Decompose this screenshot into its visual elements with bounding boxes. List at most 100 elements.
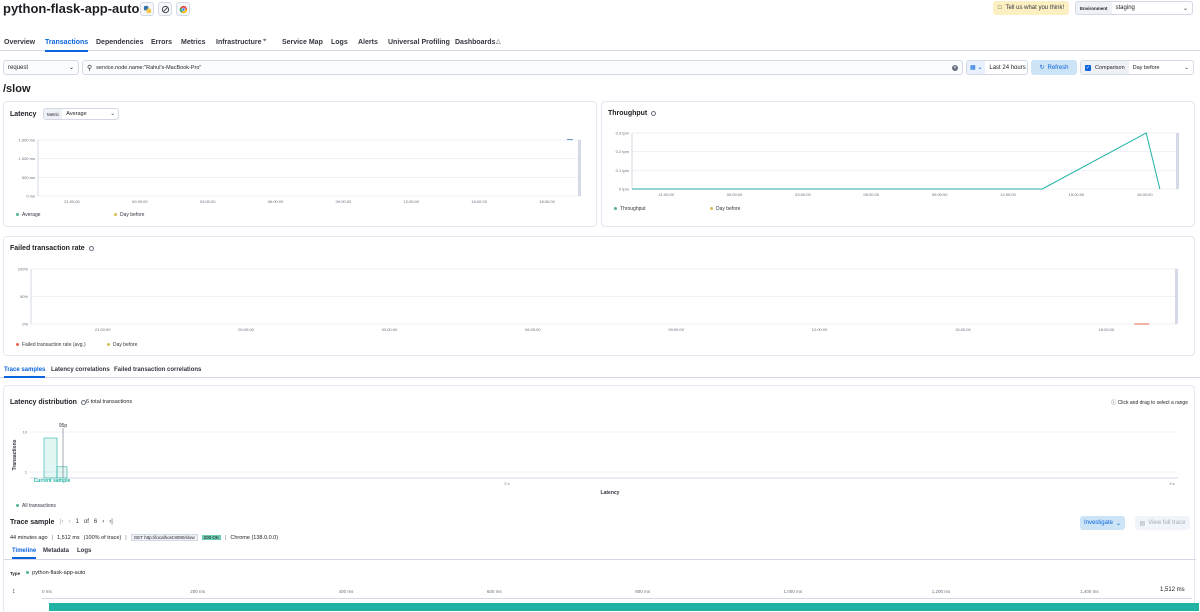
- clear-icon[interactable]: ×: [952, 64, 958, 71]
- tab-metadata[interactable]: Metadata: [43, 548, 69, 554]
- x-tick-label: 21:00:00: [95, 327, 111, 332]
- x-tick-label: 06:00:00: [525, 327, 541, 332]
- throughput-chart[interactable]: 0 tpm 0.1 tpm 0.2 tpm 0.3 tpm 21:00:00 00:00:…: [602, 122, 1196, 226]
- pager-current: 1: [75, 519, 79, 525]
- tab-alerts[interactable]: Alerts: [358, 39, 378, 46]
- trace-summary: 44 minutes ago | 1,512 ms (100% of trace…: [10, 534, 278, 541]
- date-picker[interactable]: ▦ ⌄ Last 24 hours: [966, 60, 1028, 75]
- prev-page-icon[interactable]: ‹: [69, 519, 71, 525]
- timeline-axis: [42, 598, 1192, 599]
- latency-legend-average[interactable]: Average: [16, 212, 41, 218]
- tab-dependencies[interactable]: Dependencies: [96, 39, 143, 46]
- info-icon[interactable]: [88, 245, 94, 251]
- tab-latency-correlations[interactable]: Latency correlations: [51, 367, 110, 373]
- x-tick-label: 15:00:00: [1069, 192, 1085, 197]
- metric-label: Metric: [44, 109, 63, 119]
- legend-dot: [26, 571, 30, 575]
- x-tick-label: 09:00:00: [668, 327, 684, 332]
- transaction-name: /slow: [3, 83, 31, 95]
- refresh-button[interactable]: ↻ Refresh: [1031, 60, 1077, 75]
- throughput-title: Throughput: [608, 110, 657, 117]
- failed-legend-day-before[interactable]: Day before: [107, 342, 137, 348]
- python-icon[interactable]: [140, 2, 154, 16]
- tab-dashboards[interactable]: Dashboards: [455, 39, 495, 46]
- request-badge: GET http://localhost:8090/slow: [130, 534, 198, 541]
- tab-logs-detail[interactable]: Logs: [77, 548, 91, 554]
- refresh-icon: ↻: [1039, 65, 1045, 71]
- calendar-icon[interactable]: ▦ ⌄: [967, 61, 986, 74]
- failed-rate-title: Failed transaction rate: [10, 245, 94, 252]
- legend-dot: [16, 213, 19, 217]
- timeline-tick-label: 1,400 ms: [1080, 589, 1099, 594]
- x-tick-label: 06:00:00: [268, 199, 284, 204]
- metric-select[interactable]: Metric Average ⌄: [43, 108, 119, 120]
- view-full-trace-button[interactable]: ▤ View full trace: [1135, 516, 1190, 530]
- search-input[interactable]: ⚲ service.node.name:"Rahul's-MacBook-Pro…: [82, 60, 963, 75]
- now-marker: [578, 140, 581, 196]
- environment-select[interactable]: Environment staging ⌄: [1075, 1, 1193, 15]
- service-icons: [140, 2, 190, 16]
- latency-legend-day-before[interactable]: Day before: [114, 212, 144, 218]
- feedback-button[interactable]: □ Tell us what you think!: [993, 1, 1069, 15]
- environment-value: staging: [1115, 5, 1135, 11]
- chrome-icon[interactable]: [176, 2, 190, 16]
- comparison-control[interactable]: ✓ Comparison Day before ⌄: [1080, 60, 1194, 75]
- tab-failed-correlations[interactable]: Failed transaction correlations: [114, 367, 201, 373]
- opentelemetry-icon[interactable]: [158, 2, 172, 16]
- tab-metrics[interactable]: Metrics: [181, 39, 206, 46]
- distribution-title: Latency distribution: [10, 399, 86, 406]
- next-page-icon[interactable]: ›: [102, 519, 104, 525]
- throughput-panel: Throughput 0 tpm 0.1 tpm 0.2 tpm 0.3 tpm 21:…: [601, 101, 1195, 227]
- x-tick-label: 15:00:00: [471, 199, 487, 204]
- tab-overview[interactable]: Overview: [4, 39, 35, 46]
- service-type-legend: Type python-flask-app-auto: [10, 570, 85, 576]
- x-tick-label: 12:00:00: [1000, 192, 1016, 197]
- y-tick-label: 0.3 tpm: [616, 131, 630, 136]
- investigate-button[interactable]: Investigate ⌄: [1080, 516, 1125, 530]
- tab-trace-samples[interactable]: Trace samples: [4, 367, 46, 378]
- tab-transactions[interactable]: Transactions: [45, 39, 89, 52]
- status-badge: 200 OK: [201, 535, 221, 540]
- percentile-label: 95p: [59, 423, 68, 429]
- tab-universal-profiling[interactable]: Universal Profiling: [388, 39, 450, 46]
- latency-chart[interactable]: 0 ms 500 ms 1,000 ms 1,500 ms 21:00:00 00:00:…: [4, 124, 598, 228]
- x-tick-label: 3 s: [1169, 481, 1174, 486]
- timeline-tick-label: 1,000 ms: [783, 589, 803, 594]
- distribution-hint: ⓘ Click and drag to select a range: [1111, 400, 1188, 406]
- y-tick-label: 500 ms: [22, 175, 35, 180]
- separator: |: [224, 534, 227, 541]
- timeline-tick-label: 200 ms: [190, 589, 206, 594]
- failed-legend-rate[interactable]: Failed transaction rate (avg.): [16, 342, 86, 348]
- info-icon[interactable]: [651, 110, 657, 116]
- first-page-icon[interactable]: |‹: [60, 519, 64, 525]
- latency-distribution-chart[interactable]: 1 10 2 s 3 s 95p Current sample Latency Transac…: [4, 420, 1196, 500]
- x-tick-label: 00:00:00: [238, 327, 254, 332]
- x-tick-label: 06:00:00: [864, 192, 880, 197]
- x-tick-label: 09:00:00: [932, 192, 948, 197]
- tab-service-map[interactable]: Service Map: [282, 39, 323, 46]
- throughput-legend-throughput[interactable]: Throughput: [614, 206, 646, 212]
- transaction-type-select[interactable]: request ⌄: [3, 60, 79, 75]
- distribution-legend[interactable]: All transactions: [16, 503, 56, 509]
- type-label: Type: [10, 570, 21, 576]
- transaction-span-bar[interactable]: [49, 603, 1199, 611]
- failed-rate-chart[interactable]: 0% 50% 100% 21:00:00 00:00:00 03:00:00 06:00:0…: [4, 261, 1196, 343]
- timeline-tick-label: 800 ms: [635, 589, 650, 594]
- beta-icon: ⌖: [263, 38, 267, 44]
- comparison-checkbox[interactable]: ✓: [1085, 64, 1091, 71]
- tab-logs[interactable]: Logs: [331, 39, 348, 46]
- tab-infrastructure[interactable]: Infrastructure: [216, 39, 262, 46]
- trace-sample-title: Trace sample: [10, 519, 55, 526]
- legend-dot: [614, 207, 617, 211]
- last-page-icon[interactable]: ›|: [109, 519, 113, 525]
- trace-percent: (100% of trace): [83, 534, 122, 541]
- throughput-legend-day-before[interactable]: Day before: [710, 206, 740, 212]
- latency-panel: Latency Metric Average ⌄ 0 ms 500 ms 1,000…: [3, 101, 597, 227]
- chevron-down-icon: ⌄: [110, 111, 115, 117]
- x-tick-label: 03:00:00: [795, 192, 811, 197]
- tab-errors[interactable]: Errors: [151, 39, 172, 46]
- tab-timeline[interactable]: Timeline: [12, 548, 37, 559]
- x-tick-label: 00:00:00: [132, 199, 148, 204]
- search-icon: ⚲: [87, 64, 93, 72]
- service-legend-item[interactable]: python-flask-app-auto: [26, 570, 85, 576]
